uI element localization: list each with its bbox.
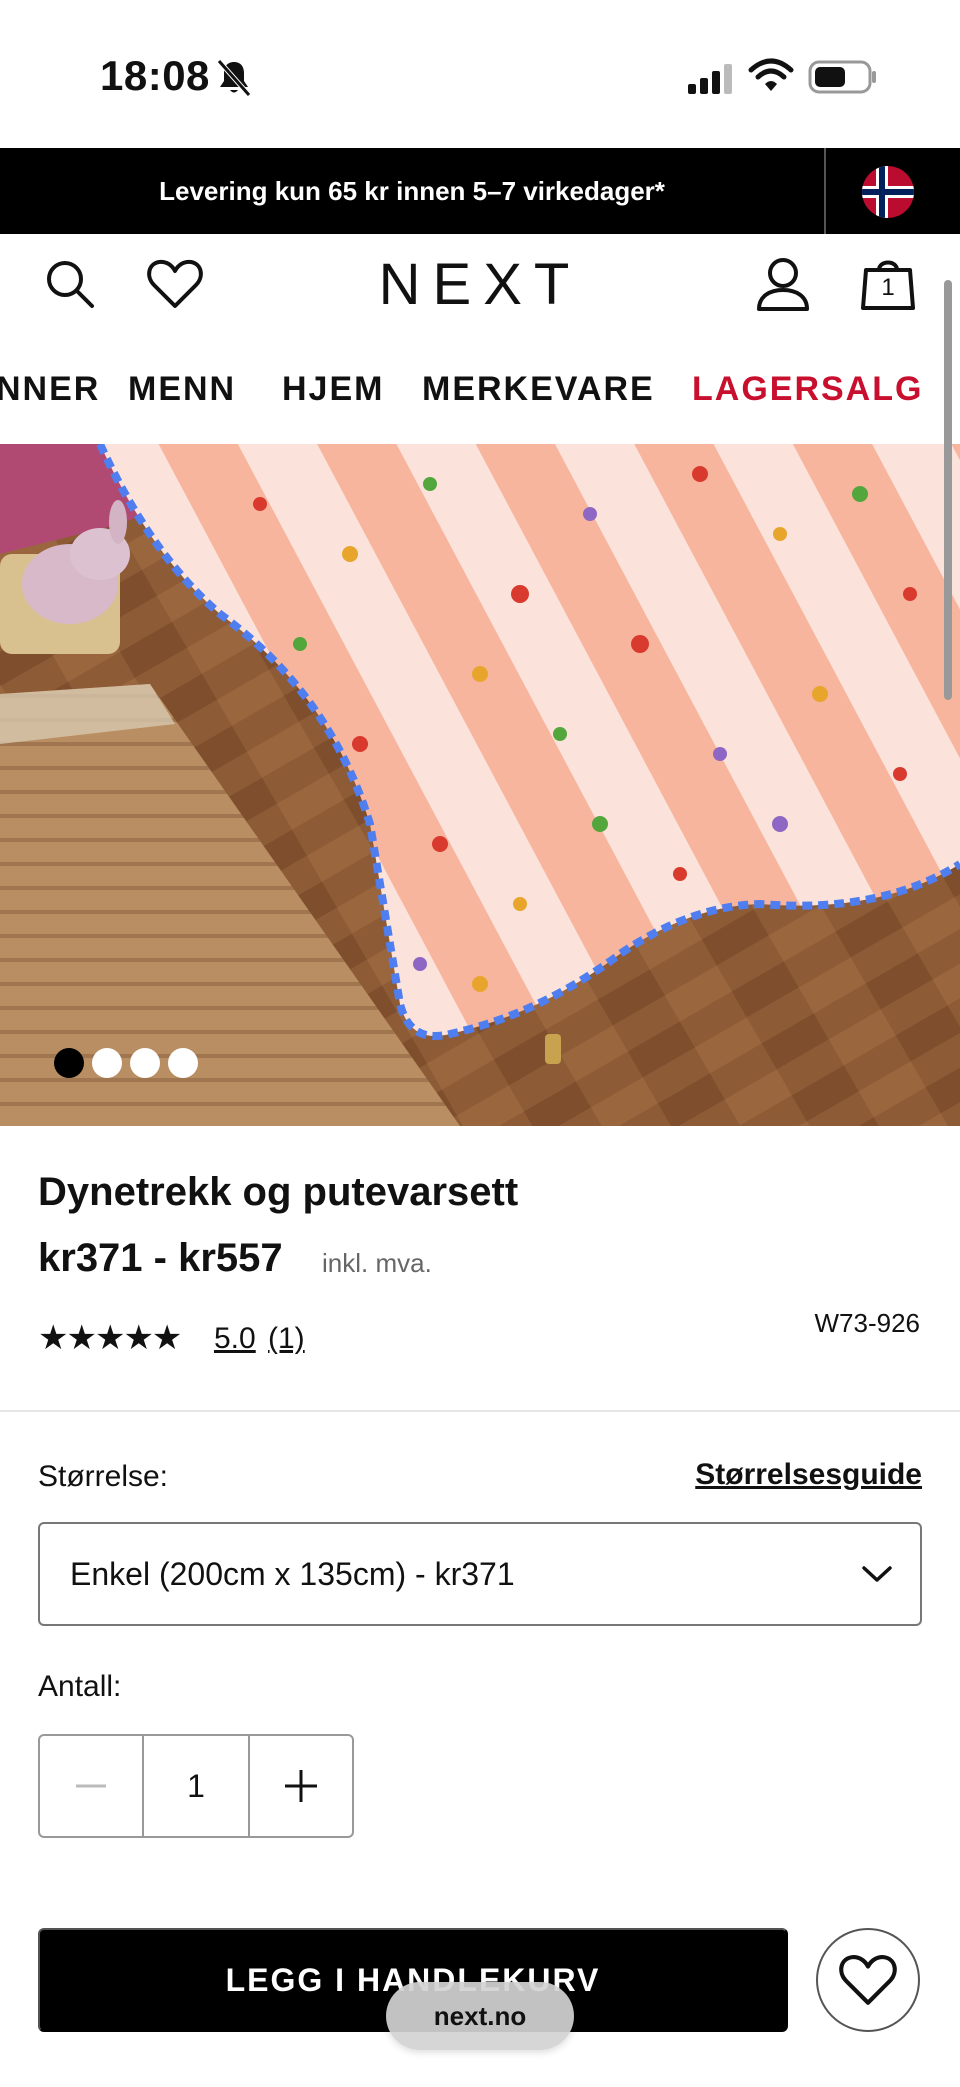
size-guide-link[interactable]: Størrelsesguide bbox=[640, 1458, 922, 1492]
gallery-dot-3[interactable] bbox=[130, 1048, 160, 1078]
account-icon[interactable] bbox=[756, 256, 810, 312]
heart-icon[interactable] bbox=[146, 258, 204, 310]
bell-slash-icon bbox=[217, 59, 251, 97]
search-icon[interactable] bbox=[44, 258, 96, 310]
category-nav: NNER MENN HJEM MERKEVARE LAGERSALG bbox=[0, 334, 960, 444]
gallery-dot-2[interactable] bbox=[92, 1048, 122, 1078]
status-bar: 18:08 bbox=[0, 0, 960, 148]
wifi-icon bbox=[748, 58, 794, 91]
status-time: 18:08 bbox=[100, 52, 210, 99]
wishlist-button[interactable] bbox=[816, 1928, 920, 2032]
chevron-down-icon bbox=[862, 1566, 892, 1582]
gallery-dots bbox=[54, 1048, 198, 1078]
promo-text[interactable]: Levering kun 65 kr innen 5–7 virkedager* bbox=[0, 148, 824, 234]
browser-url-pill[interactable]: next.no bbox=[386, 1982, 574, 2050]
review-count-link[interactable]: (1) bbox=[268, 1322, 305, 1356]
page-scrollbar[interactable] bbox=[944, 280, 952, 700]
plus-icon bbox=[284, 1770, 317, 1802]
gallery-dot-1[interactable] bbox=[54, 1048, 84, 1078]
battery-icon bbox=[808, 60, 876, 94]
product-photo bbox=[0, 444, 960, 1126]
increase-quantity-button[interactable] bbox=[250, 1736, 352, 1836]
product-code: W73-926 bbox=[814, 1308, 921, 1338]
decrease-quantity-button[interactable] bbox=[40, 1736, 142, 1836]
quantity-stepper: 1 bbox=[38, 1734, 354, 1838]
rating-score[interactable]: 5.0 bbox=[214, 1322, 256, 1356]
size-select[interactable]: Enkel (200cm x 135cm) - kr371 bbox=[38, 1522, 922, 1626]
price-tax-note: inkl. mva. bbox=[322, 1248, 432, 1278]
promo-banner[interactable]: Levering kun 65 kr innen 5–7 virkedager* bbox=[0, 148, 960, 234]
category-item-lagersalg[interactable]: LAGERSALG bbox=[692, 370, 923, 409]
section-divider bbox=[0, 1410, 960, 1412]
product-image[interactable] bbox=[0, 444, 960, 1126]
quantity-value[interactable]: 1 bbox=[142, 1736, 250, 1836]
product-price: kr371 - kr557 bbox=[38, 1236, 283, 1280]
bag-count: 1 bbox=[881, 274, 895, 301]
product-title: Dynetrekk og putevarsett bbox=[38, 1170, 519, 1214]
heart-icon bbox=[839, 1955, 897, 2005]
category-item-merkevare[interactable]: MERKEVARE bbox=[422, 370, 655, 409]
site-header: NEXT 1 bbox=[0, 234, 960, 334]
promo-divider bbox=[824, 148, 826, 234]
category-item-menn[interactable]: MENN bbox=[128, 370, 236, 409]
signal-icon bbox=[688, 64, 732, 94]
category-item-partial[interactable]: NNER bbox=[0, 370, 100, 409]
quantity-label: Antall: bbox=[38, 1670, 122, 1703]
category-item-hjem[interactable]: HJEM bbox=[282, 370, 384, 409]
next-logo[interactable]: NEXT bbox=[360, 250, 600, 318]
size-select-value: Enkel (200cm x 135cm) - kr371 bbox=[70, 1556, 515, 1592]
norway-flag-icon[interactable] bbox=[862, 166, 914, 218]
size-label: Størrelse: bbox=[38, 1460, 169, 1493]
minus-icon bbox=[76, 1784, 107, 1788]
rating-stars[interactable]: ★★★★★ bbox=[38, 1318, 182, 1358]
gallery-dot-4[interactable] bbox=[168, 1048, 198, 1078]
